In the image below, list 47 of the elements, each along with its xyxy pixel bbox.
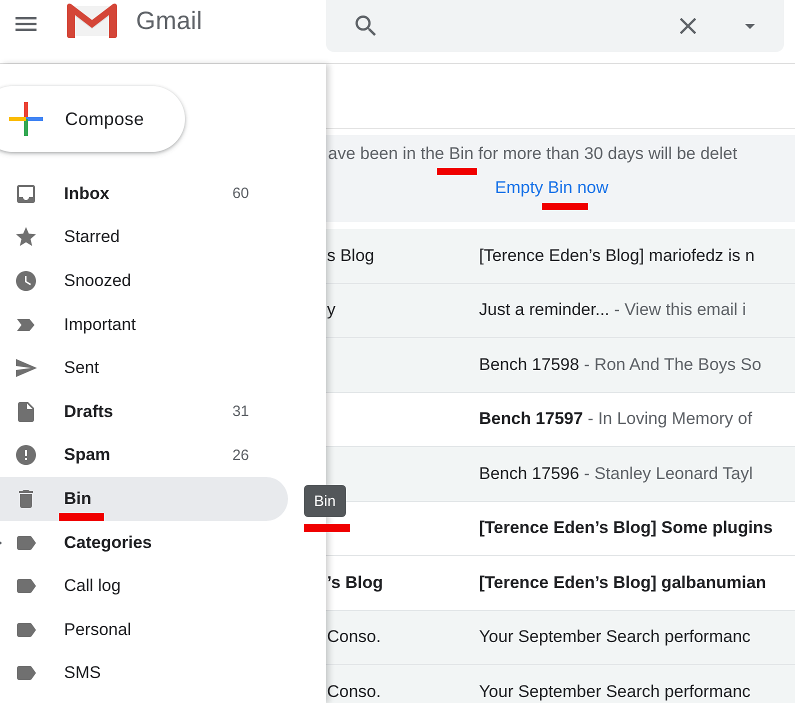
nav-item[interactable]: Starred	[0, 216, 288, 260]
nav-item[interactable]: SMS	[0, 652, 288, 696]
plus-icon	[9, 102, 43, 136]
highlight-mark	[542, 203, 588, 210]
bin-notice: ave been in the Bin for more than 30 days will be delet	[328, 135, 738, 164]
nav-item[interactable]: Drafts 31	[0, 390, 288, 434]
alert-icon	[14, 443, 38, 468]
email-row[interactable]: Conso. Your September Search performanc	[326, 610, 795, 665]
compose-button[interactable]: Compose	[0, 86, 185, 152]
mail-logo-icon	[66, 2, 118, 40]
email-subject: Your September Search performanc	[479, 682, 751, 702]
email-sender: Conso.	[327, 682, 381, 701]
empty-bin-link[interactable]: Empty Bin now	[495, 178, 608, 198]
email-subject: Bench 17597 - In Loving Memory of	[479, 409, 752, 430]
email-sender: Conso.	[327, 627, 381, 646]
tooltip: Bin	[304, 485, 346, 517]
highlight-mark	[436, 168, 477, 175]
email-row[interactable]: Bench 17598 - Ron And The Boys So	[326, 338, 795, 392]
email-subject: Bench 17598 - Ron And The Boys So	[479, 354, 762, 375]
nav-item[interactable]: Important	[0, 302, 288, 346]
unread-count: 31	[232, 403, 249, 420]
email-sender: s Blog	[327, 246, 374, 265]
search-field[interactable]	[326, 0, 784, 52]
email-subject: [Terence Eden’s Blog] mariofedz is n	[479, 246, 755, 266]
email-row[interactable]: y Just a reminder... - View this email i	[326, 284, 795, 338]
unread-count: 60	[232, 185, 249, 202]
email-sender: y	[327, 300, 336, 320]
email-subject: Your September Search performanc	[479, 627, 751, 648]
clock-icon	[14, 268, 38, 293]
brand-name: Gmail	[136, 6, 202, 36]
email-subject: Just a reminder... - View this email i	[479, 300, 746, 320]
email-subject: Bench 17596 - Stanley Leonard Tayl	[479, 464, 753, 484]
nav-item[interactable]: Call log	[0, 564, 288, 608]
email-row[interactable]: s Blog [Terence Eden’s Blog] mariofedz is n	[326, 229, 795, 284]
nav-item[interactable]: Bin	[0, 477, 288, 521]
nav-item[interactable]: Inbox 60	[0, 172, 288, 216]
nav-item[interactable]: Personal	[0, 608, 288, 652]
nav-item[interactable]: Sent	[0, 346, 288, 390]
email-row[interactable]: Bench 17597 - In Loving Memory of	[326, 392, 795, 447]
unread-count: 26	[232, 446, 249, 464]
nav-item[interactable]: Categories	[0, 520, 288, 564]
email-subject: [Terence Eden’s Blog] Some plugins	[479, 518, 773, 538]
email-row[interactable]: Conso. Your September Search performanc	[326, 665, 795, 703]
email-subject: [Terence Eden’s Blog] galbanumian	[479, 572, 766, 593]
nav-item[interactable]: Spam 26	[0, 434, 288, 478]
email-sender: ’s Blog	[327, 572, 384, 592]
nav-item[interactable]: Snoozed	[0, 259, 288, 303]
